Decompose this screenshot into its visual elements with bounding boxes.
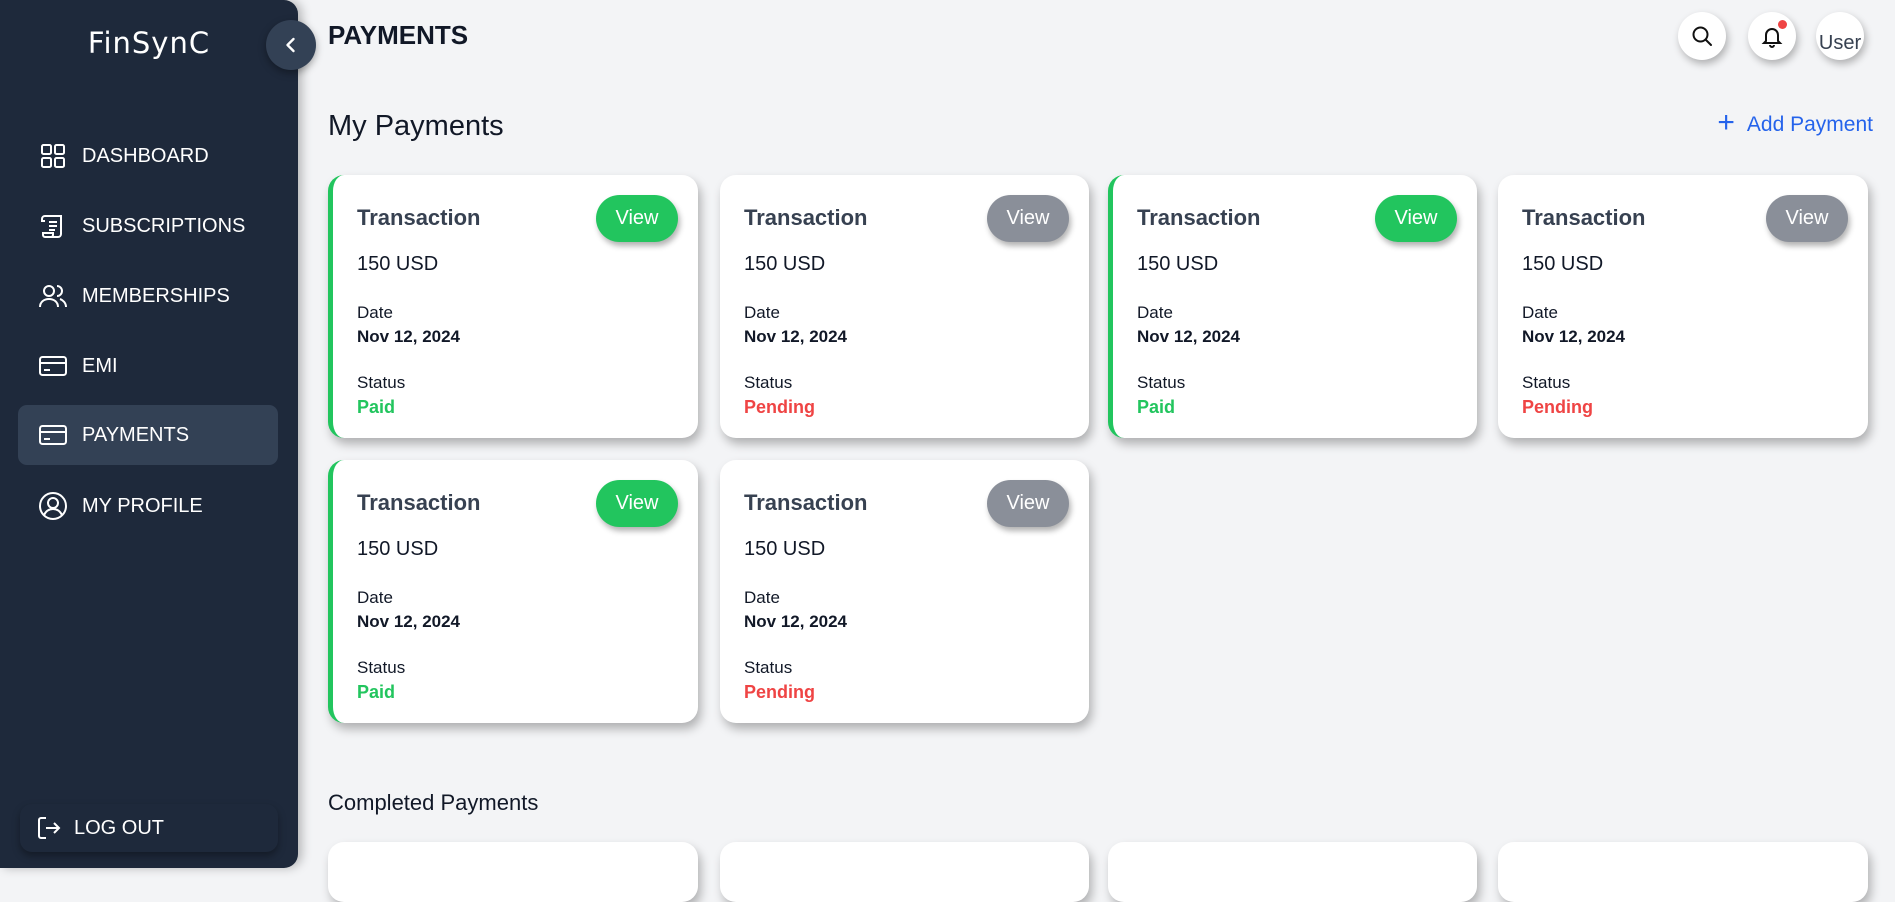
- view-button[interactable]: View: [987, 195, 1069, 242]
- sidebar-item-label: SUBSCRIPTIONS: [82, 214, 246, 237]
- status-value: Pending: [744, 397, 815, 417]
- view-button[interactable]: View: [987, 480, 1069, 527]
- completed-payment-card: [328, 842, 698, 902]
- date-value: Nov 12, 2024: [357, 612, 461, 631]
- status-label: Status: [744, 658, 793, 677]
- add-payment-button[interactable]: + Add Payment: [1717, 108, 1873, 138]
- sidebar-item-dashboard[interactable]: DASHBOARD: [18, 126, 278, 186]
- sidebar-item-emi[interactable]: EMI: [18, 336, 278, 396]
- completed-payment-card: [1498, 842, 1868, 902]
- collapse-sidebar-button[interactable]: [266, 20, 316, 70]
- payment-card: Transaction View 150 USD Date Nov 12, 20…: [328, 460, 698, 723]
- card-amount: 150 USD: [1137, 253, 1219, 275]
- search-button[interactable]: [1678, 12, 1726, 60]
- sidebar-item-label: PAYMENTS: [82, 423, 190, 446]
- date-value: Nov 12, 2024: [744, 327, 848, 346]
- sidebar-item-label: MEMBERSHIPS: [82, 284, 230, 307]
- sidebar: FinSynC DASHBOARD SUBSCRIPTIONS MEMBERSH…: [0, 0, 298, 868]
- card-amount: 150 USD: [744, 253, 826, 275]
- completed-payment-card: [1108, 842, 1477, 902]
- section-title-completed-payments: Completed Payments: [328, 790, 539, 815]
- card-title: Transaction: [1137, 205, 1261, 230]
- sidebar-item-label: EMI: [82, 354, 118, 377]
- user-circle-icon: [38, 491, 68, 521]
- date-label: Date: [744, 588, 780, 607]
- status-value: Paid: [1137, 397, 1176, 417]
- logout-label: LOG OUT: [74, 816, 165, 839]
- plus-icon: +: [1717, 106, 1735, 139]
- date-label: Date: [357, 588, 393, 607]
- card-amount: 150 USD: [357, 253, 439, 275]
- status-value: Paid: [357, 682, 396, 702]
- card-amount: 150 USD: [357, 538, 439, 560]
- status-value: Pending: [744, 682, 815, 702]
- card-title: Transaction: [744, 490, 868, 515]
- sidebar-item-payments[interactable]: PAYMENTS: [18, 405, 278, 465]
- status-label: Status: [357, 373, 406, 392]
- card-title: Transaction: [357, 490, 481, 515]
- search-icon: [1690, 24, 1714, 48]
- sidebar-item-label: MY PROFILE: [82, 494, 203, 517]
- date-label: Date: [357, 303, 393, 322]
- status-value: Paid: [357, 397, 396, 417]
- logout-button[interactable]: LOG OUT: [20, 804, 278, 852]
- users-icon: [38, 281, 68, 311]
- payment-card: Transaction View 150 USD Date Nov 12, 20…: [720, 460, 1089, 723]
- date-value: Nov 12, 2024: [1522, 327, 1626, 346]
- scroll-icon: [38, 211, 68, 241]
- notification-dot: [1778, 20, 1787, 29]
- date-value: Nov 12, 2024: [744, 612, 848, 631]
- grid-icon: [38, 141, 68, 171]
- completed-payment-card: [720, 842, 1089, 902]
- app-logo: FinSynC: [87, 26, 211, 60]
- card-amount: 150 USD: [1522, 253, 1604, 275]
- avatar[interactable]: User: [1816, 12, 1864, 60]
- card-amount: 150 USD: [744, 538, 826, 560]
- chevron-left-icon: [281, 35, 301, 55]
- view-button[interactable]: View: [596, 480, 678, 527]
- notifications-button[interactable]: [1748, 12, 1796, 60]
- date-label: Date: [1137, 303, 1173, 322]
- avatar-alt-text: User: [1818, 33, 1862, 53]
- card-title: Transaction: [744, 205, 868, 230]
- payment-card: Transaction View 150 USD Date Nov 12, 20…: [1498, 175, 1868, 438]
- payment-card: Transaction View 150 USD Date Nov 12, 20…: [720, 175, 1089, 438]
- section-title-my-payments: My Payments: [328, 110, 504, 142]
- view-button[interactable]: View: [596, 195, 678, 242]
- status-label: Status: [744, 373, 793, 392]
- date-value: Nov 12, 2024: [1137, 327, 1241, 346]
- card-title: Transaction: [357, 205, 481, 230]
- page-title: PAYMENTS: [328, 20, 469, 50]
- sidebar-item-label: DASHBOARD: [82, 144, 209, 167]
- add-payment-label: Add Payment: [1746, 113, 1873, 136]
- card-icon: [38, 420, 68, 450]
- view-button[interactable]: View: [1375, 195, 1457, 242]
- date-value: Nov 12, 2024: [357, 327, 461, 346]
- date-label: Date: [1522, 303, 1558, 322]
- logout-icon: [36, 815, 62, 841]
- status-label: Status: [1137, 373, 1186, 392]
- sidebar-item-memberships[interactable]: MEMBERSHIPS: [18, 266, 278, 326]
- payment-card: Transaction View 150 USD Date Nov 12, 20…: [1108, 175, 1477, 438]
- sidebar-item-my-profile[interactable]: MY PROFILE: [18, 476, 278, 536]
- status-label: Status: [357, 658, 406, 677]
- view-button[interactable]: View: [1766, 195, 1848, 242]
- date-label: Date: [744, 303, 780, 322]
- payment-card: Transaction View 150 USD Date Nov 12, 20…: [328, 175, 698, 438]
- status-label: Status: [1522, 373, 1571, 392]
- card-icon: [38, 351, 68, 381]
- status-value: Pending: [1522, 397, 1593, 417]
- card-title: Transaction: [1522, 205, 1646, 230]
- sidebar-item-subscriptions[interactable]: SUBSCRIPTIONS: [18, 196, 278, 256]
